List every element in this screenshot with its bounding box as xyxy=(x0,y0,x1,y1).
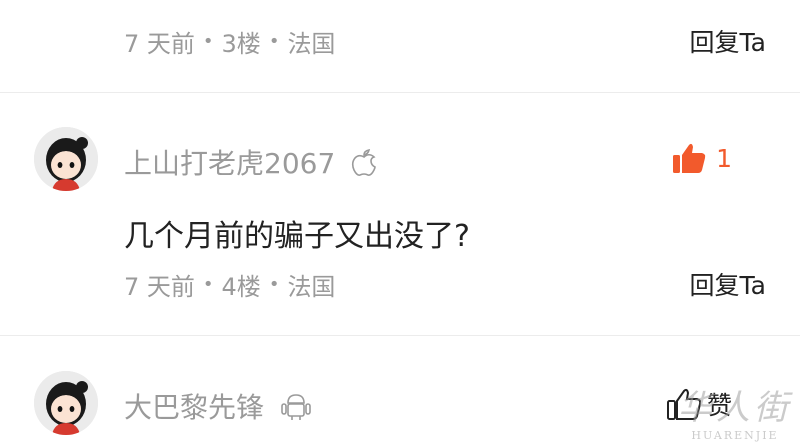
avatar[interactable] xyxy=(34,371,98,435)
reply-button[interactable]: 回复Ta xyxy=(690,266,766,302)
apple-icon xyxy=(351,147,377,177)
comment-time: 7 天前 xyxy=(124,272,195,301)
username[interactable]: 大巴黎先锋 xyxy=(124,386,312,426)
thumbs-up-icon xyxy=(672,142,706,174)
comment-header: 大巴黎先锋 赞 xyxy=(0,368,766,438)
comment-floor: 4楼 xyxy=(221,272,261,301)
separator-dot: • xyxy=(268,273,280,295)
username[interactable]: 上山打老虎2067 xyxy=(124,142,377,182)
reply-button[interactable]: 回复Ta xyxy=(690,23,766,59)
like-button[interactable]: 1 xyxy=(672,142,732,174)
watermark-logo: 华人街 HUARENJIE xyxy=(678,380,792,442)
comment-location: 法国 xyxy=(287,272,336,301)
comment-text: 几个月前的骗子又出没了? xyxy=(124,219,470,254)
divider xyxy=(0,92,800,93)
comment-meta: 7 天前 • 3楼 • 法国 xyxy=(124,24,335,59)
comment-header: 上山打老虎2067 1 xyxy=(0,124,766,194)
watermark-site: HUARENJIE xyxy=(691,429,779,442)
username-text[interactable]: 上山打老虎2067 xyxy=(124,142,335,182)
comment-meta: 7 天前 • 4楼 • 法国 xyxy=(124,267,335,302)
avatar-image xyxy=(34,371,98,435)
comment-meta-row-4: 7 天前 • 4楼 • 法国 回复Ta xyxy=(124,264,766,304)
separator-dot: • xyxy=(268,30,280,52)
separator-dot: • xyxy=(202,30,214,52)
divider xyxy=(0,335,800,336)
android-icon xyxy=(280,391,312,421)
comment-time: 7 天前 xyxy=(124,29,195,58)
separator-dot: • xyxy=(202,273,214,295)
comment-meta-row-3: 7 天前 • 3楼 • 法国 回复Ta xyxy=(124,21,766,61)
comment-location: 法国 xyxy=(287,29,336,58)
username-text[interactable]: 大巴黎先锋 xyxy=(124,386,264,426)
comment-floor: 3楼 xyxy=(221,29,261,58)
avatar-image xyxy=(34,127,98,191)
watermark-text: 华人街 xyxy=(678,388,792,428)
like-count: 1 xyxy=(716,143,732,173)
avatar[interactable] xyxy=(34,127,98,191)
